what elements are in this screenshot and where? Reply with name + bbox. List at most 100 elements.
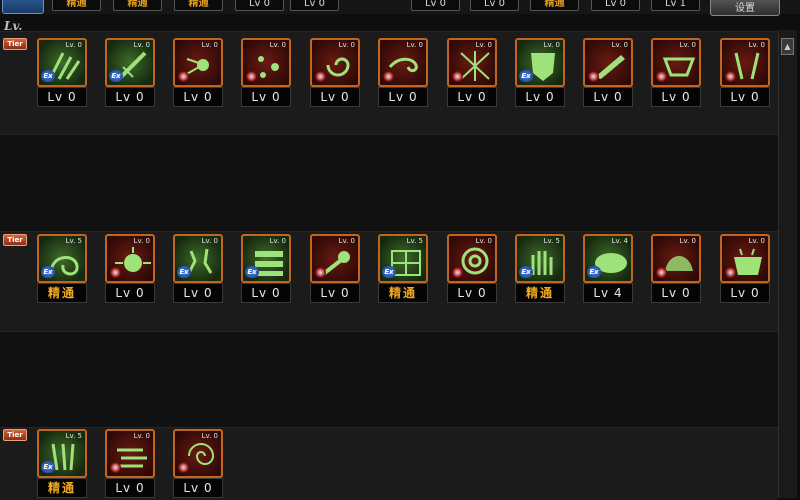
- claw-strike-icon[interactable]: Lv. 0 Ex: [37, 38, 87, 87]
- top-slot-5[interactable]: Lv 0: [290, 0, 339, 11]
- tier-tag-row-1: Tier: [3, 38, 27, 50]
- row-band-4: [0, 331, 778, 429]
- skill-icon-level: Lv. 0: [406, 41, 423, 49]
- skill-icon-level: Lv. 0: [269, 237, 286, 245]
- skill-slot[interactable]: Lv. 0 Lv 0: [105, 429, 155, 498]
- skill-level-label: Lv 4: [583, 283, 633, 303]
- tier-tag-row-3: Tier: [3, 429, 27, 441]
- skill-level-label: Lv 0: [447, 283, 497, 303]
- top-slot-8[interactable]: 精通: [530, 0, 579, 11]
- skill-level-label: Lv 0: [37, 87, 87, 107]
- top-slot-10[interactable]: Lv 1: [651, 0, 700, 11]
- spiral-icon[interactable]: Lv. 0: [310, 38, 360, 87]
- skill-level-label: Lv 0: [720, 87, 770, 107]
- skill-icon-level: Lv. 0: [201, 237, 218, 245]
- burst-icon[interactable]: Lv. 0: [173, 38, 223, 87]
- skill-slot[interactable]: Lv. 0 Lv 0: [651, 234, 701, 303]
- skill-level-label: Lv 0: [105, 283, 155, 303]
- mask-icon[interactable]: Lv. 0 Ex: [515, 38, 565, 87]
- rush-icon[interactable]: Lv. 0: [105, 429, 155, 478]
- top-slot-2[interactable]: 精通: [113, 0, 162, 11]
- grasp-icon[interactable]: Lv. 5 Ex: [515, 234, 565, 283]
- top-slot-7[interactable]: Lv 0: [470, 0, 519, 11]
- top-slot-9[interactable]: Lv 0: [591, 0, 640, 11]
- lock-badge-icon: [178, 71, 189, 82]
- skill-slot[interactable]: Lv. 0 Lv 0: [241, 38, 291, 107]
- skill-slot[interactable]: Lv. 5 Ex 精通: [37, 234, 87, 303]
- skill-slot[interactable]: Lv. 5 Ex 精通: [378, 234, 428, 303]
- skill-level-label: Lv 0: [651, 87, 701, 107]
- net-icon[interactable]: Lv. 5 Ex: [378, 234, 428, 283]
- coiled-beast-icon[interactable]: Lv. 5 Ex: [37, 234, 87, 283]
- skill-icon-level: Lv. 4: [611, 237, 628, 245]
- swirl-icon[interactable]: Lv. 0: [447, 234, 497, 283]
- blade-dash-icon[interactable]: Lv. 0: [583, 38, 633, 87]
- settings-button[interactable]: 设置: [710, 0, 780, 16]
- skill-icon-level: Lv. 0: [65, 41, 82, 49]
- tier-tag-row-2: Tier: [3, 234, 27, 246]
- skill-level-label: Lv 0: [173, 283, 223, 303]
- ex-badge-icon: Ex: [519, 266, 533, 278]
- ex-badge-icon: Ex: [587, 266, 601, 278]
- skill-icon-level: Lv. 0: [338, 41, 355, 49]
- skill-slot[interactable]: Lv. 4 Ex Lv 4: [583, 234, 633, 303]
- skill-slot[interactable]: Lv. 0 Lv 0: [105, 234, 155, 303]
- skill-level-label: Lv 0: [105, 87, 155, 107]
- shadow-icon[interactable]: Lv. 0: [651, 234, 701, 283]
- sparks-icon[interactable]: Lv. 0 Ex: [173, 234, 223, 283]
- top-slot-6[interactable]: Lv 0: [411, 0, 460, 11]
- skill-icon-level: Lv. 0: [611, 41, 628, 49]
- top-tab-button[interactable]: [2, 0, 44, 14]
- skill-slot[interactable]: Lv. 5 Ex 精通: [37, 429, 87, 498]
- slash-icon[interactable]: Lv. 0 Ex: [105, 38, 155, 87]
- skill-slot[interactable]: Lv. 0 Lv 0: [447, 234, 497, 303]
- cross-mesh-icon[interactable]: Lv. 0: [447, 38, 497, 87]
- skill-slot[interactable]: Lv. 0 Ex Lv 0: [515, 38, 565, 107]
- skill-slot[interactable]: Lv. 0 Lv 0: [651, 38, 701, 107]
- fist-burst-icon[interactable]: Lv. 0: [105, 234, 155, 283]
- ex-badge-icon: Ex: [41, 461, 55, 473]
- top-slot-1[interactable]: 精通: [52, 0, 101, 11]
- vortex-icon[interactable]: Lv. 0: [173, 429, 223, 478]
- skill-slot[interactable]: Lv. 0 Ex Lv 0: [105, 38, 155, 107]
- scroll-up-arrow-icon[interactable]: ▲: [781, 38, 794, 55]
- skill-slot[interactable]: Lv. 0 Ex Lv 0: [37, 38, 87, 107]
- lock-badge-icon: [246, 71, 257, 82]
- top-slot-3[interactable]: 精通: [174, 0, 223, 11]
- skill-slot[interactable]: Lv. 0 Lv 0: [310, 234, 360, 303]
- skill-level-label: Lv 0: [173, 478, 223, 498]
- skill-slot[interactable]: Lv. 0 Ex Lv 0: [241, 234, 291, 303]
- skill-list-scrollbar[interactable]: ▲: [778, 30, 797, 498]
- skill-slot[interactable]: Lv. 0 Lv 0: [720, 38, 770, 107]
- skill-slot[interactable]: Lv. 0 Lv 0: [447, 38, 497, 107]
- skill-slot[interactable]: Lv. 0 Lv 0: [173, 429, 223, 498]
- skill-slot[interactable]: Lv. 0 Lv 0: [583, 38, 633, 107]
- scatter-icon[interactable]: Lv. 0: [241, 38, 291, 87]
- lock-badge-icon: [725, 267, 736, 278]
- skill-level-label: 精通: [515, 283, 565, 303]
- lock-badge-icon: [315, 267, 326, 278]
- skill-icon-level: Lv. 0: [201, 432, 218, 440]
- skill-slot[interactable]: Lv. 0 Lv 0: [720, 234, 770, 303]
- skill-slot[interactable]: Lv. 0 Lv 0: [173, 38, 223, 107]
- talon-icon[interactable]: Lv. 5 Ex: [37, 429, 87, 478]
- stack-icon[interactable]: Lv. 0 Ex: [241, 234, 291, 283]
- skill-level-label: Lv 0: [378, 87, 428, 107]
- cauldron-icon[interactable]: Lv. 0: [720, 234, 770, 283]
- jaw-icon[interactable]: Lv. 0: [651, 38, 701, 87]
- twin-fang-icon[interactable]: Lv. 0: [720, 38, 770, 87]
- skill-slot[interactable]: Lv. 5 Ex 精通: [515, 234, 565, 303]
- top-slot-4[interactable]: Lv 0: [235, 0, 284, 11]
- skill-slot[interactable]: Lv. 0 Lv 0: [310, 38, 360, 107]
- comet-icon[interactable]: Lv. 0: [310, 234, 360, 283]
- skill-slot[interactable]: Lv. 0 Ex Lv 0: [173, 234, 223, 303]
- skill-slot[interactable]: Lv. 0 Lv 0: [378, 38, 428, 107]
- skill-icon-level: Lv. 0: [269, 41, 286, 49]
- skill-icon-level: Lv. 5: [65, 432, 82, 440]
- skill-icon-level: Lv. 0: [679, 41, 696, 49]
- skill-level-label: Lv 0: [583, 87, 633, 107]
- cloud-icon[interactable]: Lv. 4 Ex: [583, 234, 633, 283]
- skill-icon-level: Lv. 0: [543, 41, 560, 49]
- hook-icon[interactable]: Lv. 0: [378, 38, 428, 87]
- lock-badge-icon: [383, 71, 394, 82]
